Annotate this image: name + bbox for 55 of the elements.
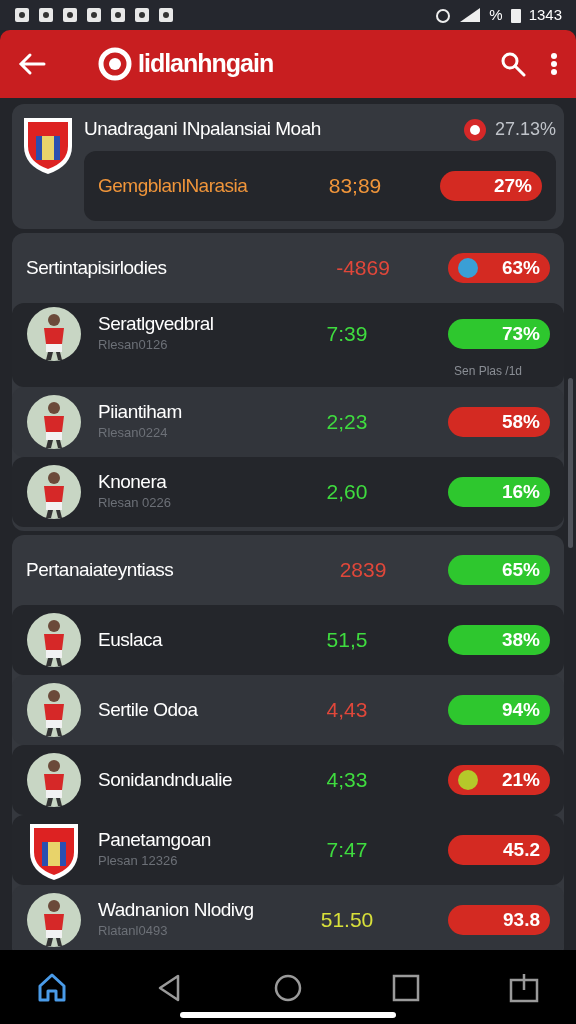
- score-value: 7:47: [325, 837, 369, 864]
- score-value: 4;33: [325, 767, 369, 794]
- percent-pill: 93.8: [448, 905, 550, 935]
- search-icon[interactable]: [500, 51, 526, 77]
- percent-pill: 38%: [448, 625, 550, 655]
- player-name: Sertile Odoa: [98, 699, 199, 721]
- score-value: 7:39: [325, 321, 369, 348]
- percent-pill: 63%: [448, 253, 550, 283]
- score-value: 83;89: [327, 173, 383, 200]
- player-name: Panetamgoan: [98, 829, 212, 851]
- clock-time: 1343: [528, 4, 562, 25]
- player-subtitle: Plesan 12326: [98, 851, 179, 870]
- score-value: 2,60: [325, 479, 369, 506]
- share-icon[interactable]: [508, 972, 540, 1004]
- app-title: Iidlanhngain: [138, 48, 274, 80]
- battery-icon: [510, 7, 521, 23]
- section-title: Sertintapisirlodies: [26, 257, 168, 279]
- caption-text: Sen Plas /1d: [452, 363, 523, 380]
- percent-pill: 73%: [448, 319, 550, 349]
- percent-pill: 27%: [440, 171, 542, 201]
- team-name: GemgblanlNarasia: [98, 175, 249, 197]
- player-name: Euslaca: [98, 629, 164, 651]
- more-options-icon[interactable]: [550, 52, 558, 76]
- recent-apps-icon[interactable]: [390, 972, 422, 1004]
- player-name: Seratlgvedbral: [98, 313, 215, 335]
- score-value: 2839: [338, 557, 388, 584]
- percent-pill: 21%: [448, 765, 550, 795]
- percent-pill: 94%: [448, 695, 550, 725]
- player-name: Sonidandndualie: [98, 769, 234, 791]
- player-subtitle: Rlesan0224: [98, 423, 169, 442]
- percent-pill: 45.2: [448, 835, 550, 865]
- player-name: Knonera: [98, 471, 168, 493]
- score-value: 4,43: [325, 697, 369, 724]
- player-subtitle: Rlesan0126: [98, 335, 169, 354]
- team-badge-icon: [462, 117, 487, 142]
- percent-pill: 65%: [448, 555, 550, 585]
- match-title: Unadragani INpalansiai Moah: [84, 119, 321, 140]
- battery-text: %: [489, 4, 503, 25]
- percent-pill: 16%: [448, 477, 550, 507]
- player-name: Piiantiham: [98, 401, 183, 423]
- score-value: 51.50: [319, 907, 375, 934]
- home-circle-icon[interactable]: [272, 972, 304, 1004]
- match-percent: 27.13%: [494, 118, 556, 141]
- percent-pill: 58%: [448, 407, 550, 437]
- player-name: Wadnanion Nlodivg: [98, 899, 255, 921]
- score-value: -4869: [335, 255, 391, 282]
- back-arrow-icon[interactable]: [18, 52, 46, 76]
- player-subtitle: Rlesan 0226: [98, 493, 172, 512]
- signal-icon: [459, 7, 482, 23]
- player-subtitle: Rlatanl0493: [98, 921, 169, 940]
- score-value: 2;23: [325, 409, 369, 436]
- section-title: Pertanaiateyntiass: [26, 559, 175, 581]
- home-icon[interactable]: [36, 972, 68, 1004]
- score-value: 51,5: [325, 627, 369, 654]
- logo-icon: [98, 47, 132, 81]
